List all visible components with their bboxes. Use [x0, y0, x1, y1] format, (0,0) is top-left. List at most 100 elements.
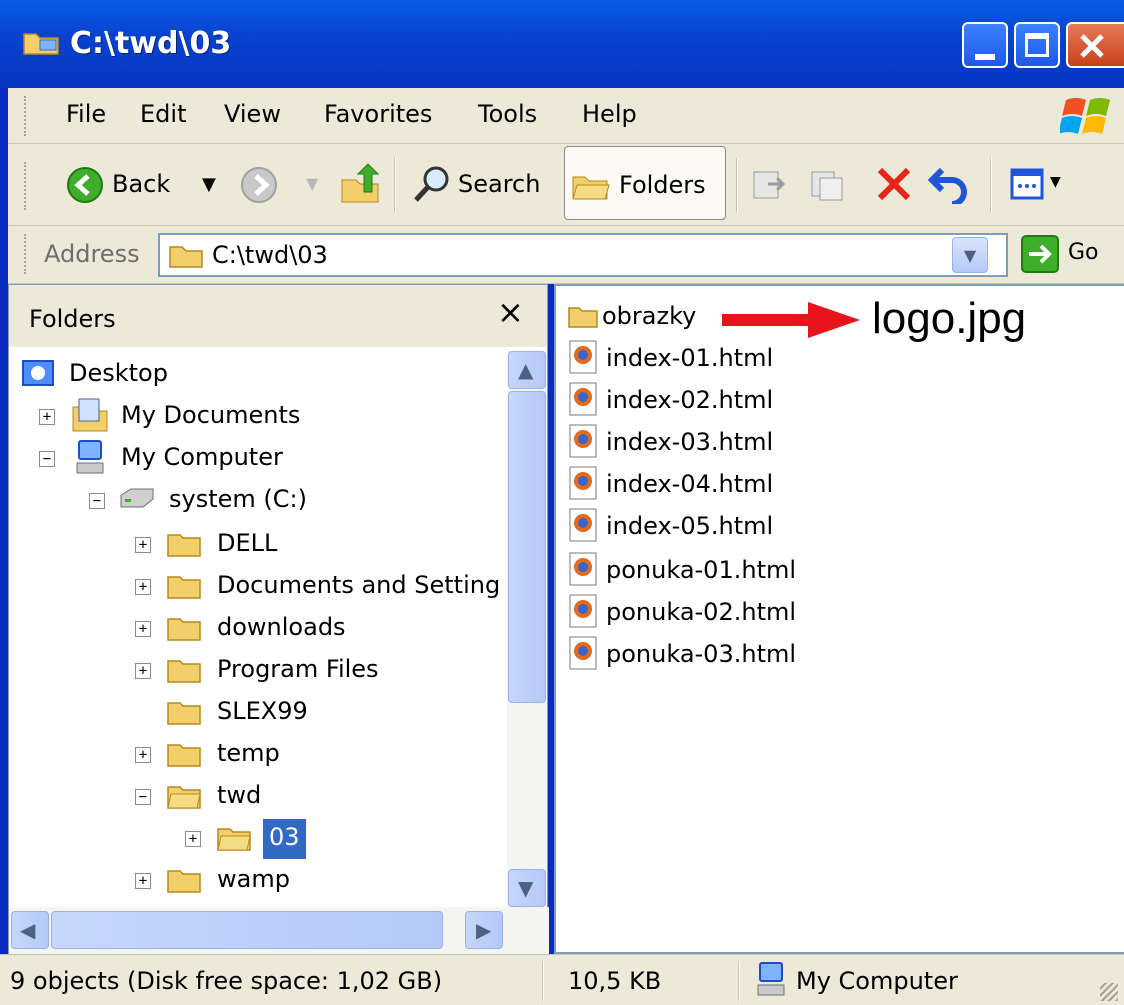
undo-icon[interactable] — [928, 160, 976, 204]
toolbar-grip[interactable] — [24, 162, 29, 210]
tree-item-twd[interactable]: − twd — [21, 777, 501, 817]
folders-button[interactable]: Folders — [564, 146, 726, 220]
html-file-icon — [569, 636, 597, 670]
file-item[interactable]: ponuka-03.html — [564, 634, 824, 674]
folder-icon — [167, 534, 201, 557]
tree-item-dell[interactable]: + DELL — [21, 525, 501, 565]
expand-icon[interactable]: + — [135, 873, 151, 889]
tree-label: Program Files — [217, 655, 379, 683]
menu-view[interactable]: View — [224, 100, 281, 128]
resize-grip-icon[interactable] — [1100, 983, 1118, 1001]
chevron-left-icon: ◀ — [20, 918, 36, 942]
scroll-thumb[interactable] — [51, 911, 443, 949]
my-computer-icon — [757, 962, 785, 996]
maximize-button[interactable] — [1014, 22, 1060, 68]
tree-item-my-computer[interactable]: − My Computer — [21, 439, 501, 479]
go-label: Go — [1068, 240, 1099, 265]
tree-item-03[interactable]: + 03 — [21, 819, 501, 859]
tree-item-wamp[interactable]: + wamp — [21, 861, 501, 901]
views-dropdown-icon: ▼ — [1050, 174, 1061, 190]
tree-item-program-files[interactable]: + Program Files — [21, 651, 501, 691]
forward-arrow-icon[interactable] — [240, 166, 278, 204]
views-button[interactable]: ▼ — [1008, 164, 1088, 204]
collapse-icon[interactable]: − — [135, 789, 151, 805]
back-dropdown-icon[interactable]: ▼ — [202, 174, 216, 195]
menu-help[interactable]: Help — [582, 100, 637, 128]
menu-edit[interactable]: Edit — [140, 100, 186, 128]
views-icon — [1010, 168, 1044, 200]
file-item-folder[interactable]: obrazky — [564, 296, 704, 336]
menu-grip[interactable] — [24, 96, 29, 136]
file-item[interactable]: index-02.html — [564, 380, 804, 420]
close-window-button[interactable] — [1066, 22, 1124, 68]
folder-icon — [167, 744, 201, 767]
scroll-right-button[interactable]: ▶ — [465, 911, 503, 949]
expand-icon[interactable]: + — [135, 663, 151, 679]
copy-to-icon[interactable] — [808, 164, 848, 204]
status-bar: 9 objects (Disk free space: 1,02 GB) 10,… — [0, 954, 1124, 1005]
menu-file[interactable]: File — [66, 100, 106, 128]
file-item[interactable]: index-04.html — [564, 464, 804, 504]
file-name: index-05.html — [606, 512, 774, 540]
folders-horizontal-scrollbar[interactable]: ◀ ▶ — [9, 907, 549, 955]
chevron-right-icon: ▶ — [476, 918, 492, 942]
tree-label-selected: 03 — [263, 819, 306, 859]
scroll-thumb[interactable] — [508, 391, 546, 703]
collapse-icon[interactable]: − — [89, 493, 105, 509]
html-file-icon — [569, 382, 597, 416]
expand-icon[interactable]: + — [39, 409, 55, 425]
delete-icon[interactable] — [874, 164, 914, 204]
title-bar[interactable]: C:\twd\03 — [0, 0, 1124, 88]
toolbar-separator — [736, 158, 738, 212]
forward-dropdown-icon[interactable]: ▼ — [306, 174, 318, 193]
file-item[interactable]: index-01.html — [564, 338, 804, 378]
expand-icon[interactable]: + — [135, 747, 151, 763]
expand-icon[interactable]: + — [135, 537, 151, 553]
close-folders-pane-button[interactable]: × — [497, 293, 524, 331]
file-item[interactable]: ponuka-02.html — [564, 592, 824, 632]
annotation-label: logo.jpg — [872, 294, 1027, 343]
menu-tools[interactable]: Tools — [478, 100, 537, 128]
menu-bar: File Edit View Favorites Tools Help — [8, 88, 1124, 144]
tree-item-system-c[interactable]: − system (C:) — [21, 481, 501, 521]
scroll-up-button[interactable]: ▲ — [508, 351, 546, 389]
file-item[interactable]: index-05.html — [564, 506, 804, 546]
collapse-icon[interactable]: − — [39, 451, 55, 467]
expand-icon[interactable]: + — [135, 621, 151, 637]
address-input[interactable]: C:\twd\03 ▼ — [158, 233, 1008, 277]
html-file-icon — [569, 424, 597, 458]
file-item[interactable]: index-03.html — [564, 422, 804, 462]
expand-icon[interactable]: + — [185, 831, 201, 847]
back-button[interactable]: Back ▼ — [62, 162, 242, 208]
status-objects: 9 objects (Disk free space: 1,02 GB) — [10, 967, 443, 995]
html-file-icon — [569, 594, 597, 628]
tree-label: Documents and Settings — [217, 571, 501, 599]
minimize-button[interactable] — [962, 22, 1008, 68]
address-dropdown-button[interactable]: ▼ — [952, 237, 988, 273]
html-file-icon — [569, 340, 597, 374]
expand-icon[interactable]: + — [135, 579, 151, 595]
file-item[interactable]: ponuka-01.html — [564, 550, 824, 590]
address-bar: Address C:\twd\03 ▼ Go — [8, 226, 1124, 284]
my-computer-icon — [76, 440, 104, 474]
scroll-left-button[interactable]: ◀ — [11, 911, 49, 949]
move-to-icon[interactable] — [750, 164, 790, 204]
status-location: My Computer — [796, 967, 958, 995]
tree-item-downloads[interactable]: + downloads — [21, 609, 501, 649]
tree-item-temp[interactable]: + temp — [21, 735, 501, 775]
tree-item-slex99[interactable]: SLEX99 — [21, 693, 501, 733]
tree-item-desktop[interactable]: Desktop — [21, 355, 501, 395]
status-separator — [738, 961, 740, 1001]
tree-label: Desktop — [69, 359, 168, 387]
menu-favorites[interactable]: Favorites — [324, 100, 432, 128]
folders-vertical-scrollbar[interactable]: ▲ ▼ — [507, 351, 547, 907]
scroll-down-button[interactable]: ▼ — [508, 869, 546, 907]
up-folder-icon[interactable] — [338, 162, 382, 206]
address-grip[interactable] — [24, 234, 29, 274]
tree-item-my-documents[interactable]: + My Documents — [21, 397, 501, 437]
search-button[interactable]: Search — [408, 162, 558, 208]
back-label: Back — [112, 170, 171, 198]
folders-label: Folders — [619, 171, 706, 199]
go-button[interactable]: Go — [1020, 234, 1120, 278]
tree-item-documents-and-settings[interactable]: + Documents and Settings — [21, 567, 501, 607]
